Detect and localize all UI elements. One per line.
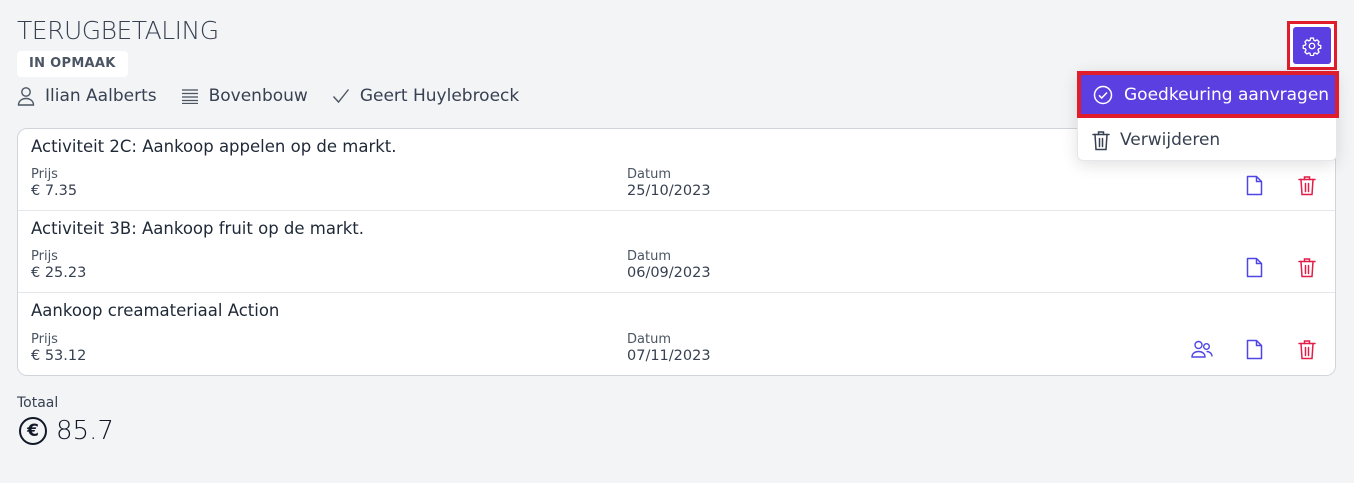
delete-label: Verwijderen [1120, 130, 1221, 150]
participants-button[interactable] [1190, 337, 1214, 361]
expense-list: Activiteit 2C: Aankoop appelen op de mar… [17, 128, 1336, 376]
users-icon [1191, 340, 1213, 358]
document-icon [1246, 175, 1262, 195]
date-value: 25/10/2023 [627, 183, 711, 199]
person-name: Ilian Aalberts [45, 86, 157, 106]
date-value: 06/09/2023 [627, 265, 711, 281]
document-icon [1246, 339, 1262, 359]
check-icon [332, 89, 349, 104]
document-button[interactable] [1242, 173, 1266, 197]
list-item: Activiteit 3B: Aankoop fruit op de markt… [18, 211, 1335, 293]
document-button[interactable] [1242, 337, 1266, 361]
list-icon [181, 89, 198, 104]
status-badge: IN OPMAAK [17, 51, 128, 77]
request-approval-menu-item[interactable]: Goedkeuring aanvragen [1077, 71, 1339, 118]
trash-icon [1298, 257, 1316, 277]
document-button[interactable] [1242, 255, 1266, 279]
price-label: Prijs [31, 332, 58, 347]
trash-icon [1092, 130, 1110, 150]
trash-icon [1298, 175, 1316, 195]
total-value: 85.7 [56, 416, 114, 446]
group-info: Bovenbouw [181, 86, 308, 106]
delete-menu-item[interactable]: Verwijderen [1078, 119, 1336, 161]
total-label: Totaal [17, 395, 59, 411]
price-value: € 7.35 [31, 183, 78, 199]
price-value: € 53.12 [31, 348, 87, 364]
item-title: Activiteit 2C: Aankoop appelen op de mar… [31, 137, 397, 156]
delete-item-button[interactable] [1295, 173, 1319, 197]
meta-info: Ilian Aalberts Bovenbouw Geert Huylebroe… [17, 86, 543, 106]
user-icon [17, 87, 35, 106]
group-name: Bovenbouw [208, 86, 308, 106]
date-value: 07/11/2023 [627, 348, 711, 364]
price-label: Prijs [31, 249, 58, 264]
delete-item-button[interactable] [1295, 255, 1319, 279]
total-amount: € 85.7 [19, 416, 114, 446]
approver-name: Geert Huylebroeck [359, 86, 520, 106]
approver-info: Geert Huylebroeck [332, 86, 519, 106]
request-approval-label: Goedkeuring aanvragen [1124, 84, 1330, 105]
delete-item-button[interactable] [1295, 337, 1319, 361]
date-label: Datum [627, 167, 671, 182]
date-label: Datum [627, 249, 671, 264]
list-item: Aankoop creamateriaal Action Prijs € 53.… [18, 293, 1335, 375]
price-label: Prijs [31, 167, 58, 182]
euro-circle-icon: € [19, 417, 47, 445]
check-circle-icon [1093, 85, 1113, 104]
settings-highlight [1287, 21, 1337, 70]
document-icon [1246, 257, 1262, 277]
trash-icon [1298, 339, 1316, 359]
item-title: Aankoop creamateriaal Action [31, 301, 280, 320]
settings-button[interactable] [1293, 27, 1331, 64]
page-title: TERUGBETALING [17, 16, 219, 45]
gear-icon [1302, 36, 1322, 56]
date-label: Datum [627, 332, 671, 347]
person-info: Ilian Aalberts [17, 86, 157, 106]
price-value: € 25.23 [31, 265, 87, 281]
item-title: Activiteit 3B: Aankoop fruit op de markt… [31, 219, 365, 238]
settings-dropdown: Goedkeuring aanvragen Verwijderen [1077, 70, 1339, 161]
